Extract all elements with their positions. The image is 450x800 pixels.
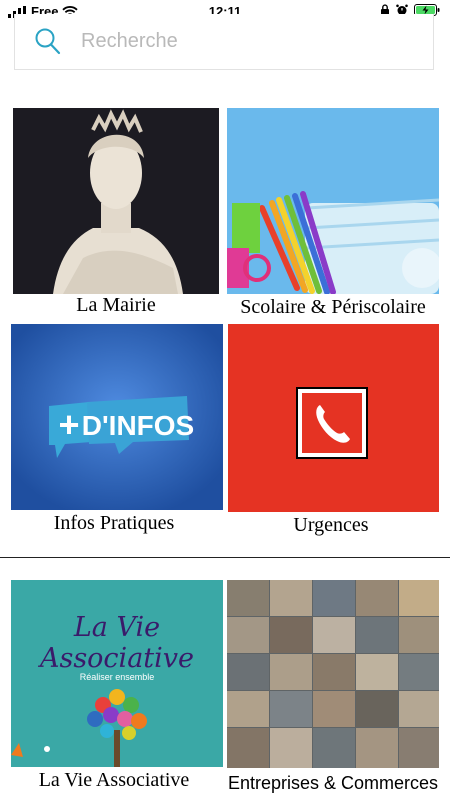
tile-label-entreprises-commerces: Entreprises & Commerces	[227, 773, 439, 793]
tile-la-mairie[interactable]	[13, 108, 219, 294]
marianne-bust-image	[13, 108, 219, 294]
search-input[interactable]: Recherche	[81, 30, 178, 53]
svg-text:+: +	[58, 404, 79, 445]
businesses-collage-image	[227, 580, 439, 768]
search-bar[interactable]: Recherche	[14, 14, 434, 70]
tile-label-urgences: Urgences	[293, 514, 369, 536]
phone-icon	[316, 405, 350, 443]
tile-entreprises-commerces[interactable]	[227, 580, 439, 768]
phone-sign	[296, 387, 368, 459]
associative-image-title: La Vie Associative	[39, 612, 195, 674]
tile-la-vie-associative[interactable]: La Vie Associative Réaliser ensemble	[11, 580, 223, 767]
infos-image: + D'INFOS	[11, 324, 223, 510]
hands-tree-image	[11, 689, 147, 767]
svg-text:D'INFOS: D'INFOS	[82, 410, 194, 441]
tile-infos-pratiques[interactable]: + D'INFOS	[11, 324, 223, 510]
search-icon	[35, 28, 61, 55]
tile-scolaire-periscolaire[interactable]	[227, 108, 439, 294]
section-divider	[0, 557, 450, 558]
school-supplies-image	[227, 108, 439, 294]
tile-urgences[interactable]	[228, 324, 439, 512]
tile-label-scolaire-periscolaire: Scolaire & Périscolaire	[240, 296, 426, 318]
tile-label-la-mairie: La Mairie	[76, 294, 156, 316]
associative-image-subtitle: Réaliser ensemble	[79, 672, 155, 682]
tile-label-infos-pratiques: Infos Pratiques	[53, 512, 175, 534]
tile-label-la-vie-associative: La Vie Associative	[38, 769, 190, 791]
